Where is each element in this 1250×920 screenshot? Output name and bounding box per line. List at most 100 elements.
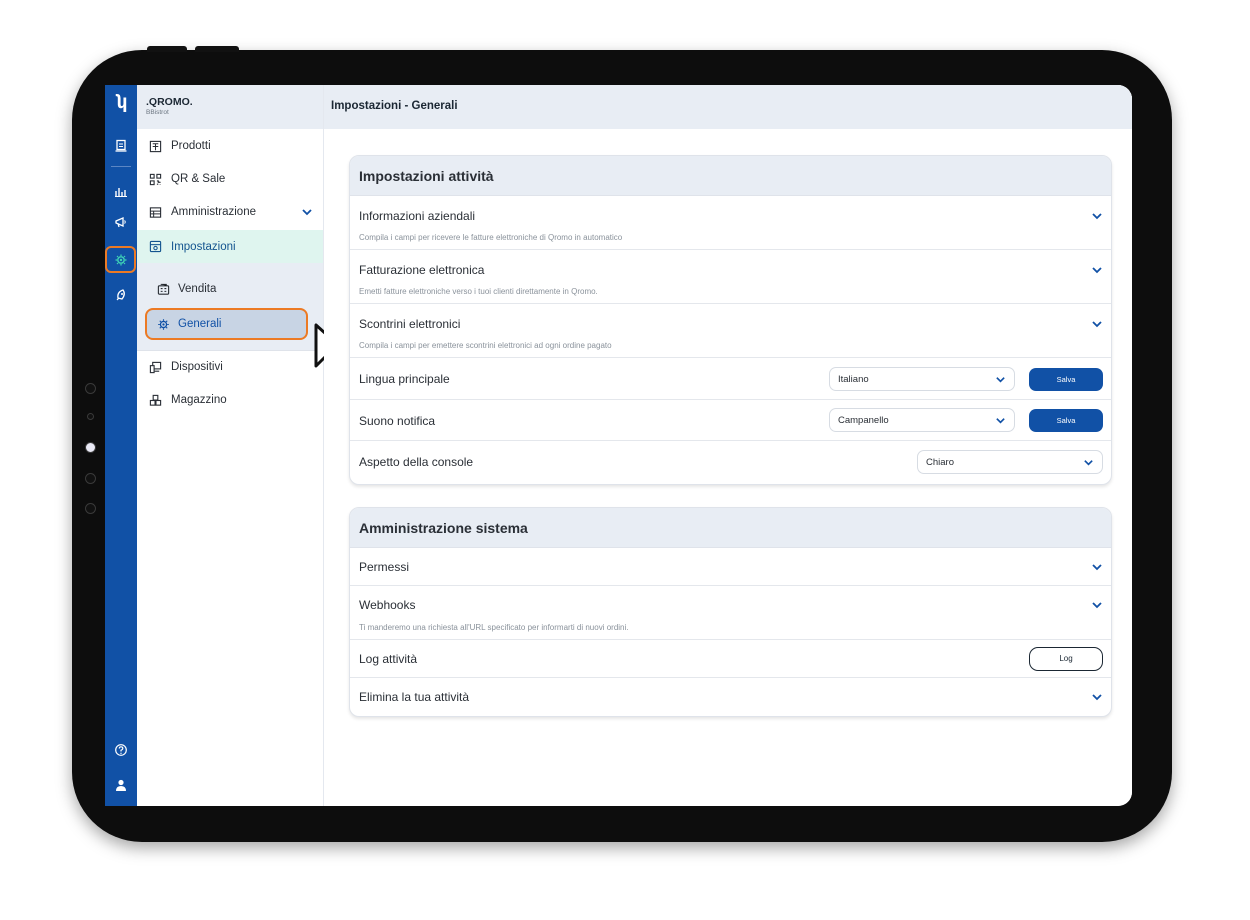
sidebar-item-label: Prodotti: [171, 140, 211, 152]
sidebar-item-dispositivi[interactable]: Dispositivi: [137, 352, 323, 382]
row-description: Compila i campi per emettere scontrini e…: [359, 341, 612, 350]
row-description: Emetti fatture elettroniche verso i tuoi…: [359, 287, 598, 296]
settings-submenu: Vendita Generali: [137, 263, 323, 350]
card-header: Amministrazione sistema: [350, 508, 1111, 548]
row-scontrini-elettronici[interactable]: Scontrini elettronici Compila i campi pe…: [350, 304, 1111, 358]
row-label: Webhooks: [359, 598, 416, 612]
tablet-power-button: [195, 46, 239, 52]
receipt-icon[interactable]: [105, 135, 137, 157]
select-value: Chiaro: [926, 457, 954, 468]
brand-name: .QROMO.: [146, 96, 193, 108]
user-icon[interactable]: [105, 774, 137, 796]
icon-rail: ʮ: [105, 85, 137, 806]
row-label: Scontrini elettronici: [359, 317, 461, 331]
brand-subtitle: BBistrot: [146, 109, 169, 116]
card-title: Impostazioni attività: [359, 168, 494, 184]
page-title: Impostazioni - Generali: [331, 100, 458, 112]
row-label: Permessi: [359, 560, 410, 574]
rocket-icon[interactable]: [105, 284, 137, 306]
sidebar-item-prodotti[interactable]: Prodotti: [137, 131, 323, 161]
chevron-down-icon[interactable]: [1091, 210, 1103, 222]
row-label: Log attività: [359, 652, 418, 666]
sidebar-subitem-label: Vendita: [178, 283, 217, 295]
devices-icon: [148, 360, 162, 374]
main-content: Impostazioni - Generali Impostazioni att…: [324, 85, 1132, 806]
row-lingua-principale: Lingua principale Italiano Salva: [350, 358, 1111, 400]
row-permessi[interactable]: Permessi: [350, 548, 1111, 586]
chevron-down-icon[interactable]: [1091, 264, 1103, 276]
chevron-down-icon[interactable]: [1091, 318, 1103, 330]
page-header: Impostazioni - Generali: [324, 85, 1132, 129]
sidebar-item-amministrazione[interactable]: Amministrazione: [137, 197, 323, 227]
sidebar-item-label: Dispositivi: [171, 361, 223, 373]
row-suono-notifica: Suono notifica Campanello Salva: [350, 400, 1111, 441]
row-label: Lingua principale: [359, 372, 450, 386]
sidebar-subitem-label: Generali: [178, 318, 222, 330]
row-description: Compila i campi per ricevere le fatture …: [359, 233, 623, 242]
row-label: Suono notifica: [359, 414, 436, 428]
help-icon[interactable]: [105, 739, 137, 761]
tablet-volume-button: [147, 46, 187, 52]
rail-divider: [111, 166, 131, 167]
megaphone-icon[interactable]: [105, 211, 137, 233]
chevron-down-icon[interactable]: [1091, 691, 1103, 703]
chevron-down-icon[interactable]: [1091, 561, 1103, 573]
sidebar-item-qr-sale[interactable]: QR & Sale: [137, 164, 323, 194]
app-screen: ʮ .QROMO. BBistrot Prodotti QR & Sale Am…: [105, 85, 1132, 806]
gear-icon: [156, 317, 170, 331]
row-label: Aspetto della console: [359, 455, 474, 469]
chevron-down-icon: [996, 418, 1005, 424]
menu-book-icon: [148, 139, 162, 153]
settings-card: Impostazioni attività Informazioni azien…: [349, 155, 1112, 485]
row-description: Ti manderemo una richiesta all'URL speci…: [359, 623, 629, 632]
save-language-button[interactable]: Salva: [1029, 368, 1103, 391]
sidebar-item-label: QR & Sale: [171, 173, 226, 185]
bar-chart-icon[interactable]: [105, 180, 137, 202]
sidebar-item-magazzino[interactable]: Magazzino: [137, 385, 323, 415]
tablet-flash-dot: [85, 503, 96, 514]
tablet-camera-dot: [85, 383, 96, 394]
notification-sound-select[interactable]: Campanello: [829, 408, 1015, 432]
sidebar-subitem-vendita[interactable]: Vendita: [137, 274, 323, 304]
row-label: Elimina la tua attività: [359, 690, 470, 704]
warehouse-icon: [148, 393, 162, 407]
save-sound-button[interactable]: Salva: [1029, 409, 1103, 432]
row-webhooks[interactable]: Webhooks Ti manderemo una richiesta all'…: [350, 586, 1111, 640]
admin-grid-icon: [148, 205, 162, 219]
chevron-down-icon[interactable]: [1091, 599, 1103, 611]
row-fatturazione-elettronica[interactable]: Fatturazione elettronica Emetti fatture …: [350, 250, 1111, 304]
brand-header: .QROMO. BBistrot: [137, 85, 323, 129]
settings-panel-icon: [148, 240, 162, 254]
row-label: Informazioni aziendali: [359, 209, 476, 223]
chevron-down-icon: [996, 377, 1005, 383]
select-value: Campanello: [838, 415, 889, 426]
console-theme-select[interactable]: Chiaro: [917, 450, 1103, 474]
row-aspetto-console: Aspetto della console Chiaro: [350, 441, 1111, 483]
tablet-lens-dot: [85, 442, 96, 453]
rail-active-highlight: [105, 246, 136, 273]
row-informazioni-aziendali[interactable]: Informazioni aziendali Compila i campi p…: [350, 196, 1111, 250]
sidebar-subitem-generali[interactable]: Generali: [145, 308, 308, 340]
language-select[interactable]: Italiano: [829, 367, 1015, 391]
row-label: Fatturazione elettronica: [359, 263, 485, 277]
sidebar-item-label: Impostazioni: [171, 240, 236, 253]
sidebar-item-label: Amministrazione: [171, 206, 256, 218]
tablet-mic-dot: [85, 473, 96, 484]
app-logo-icon[interactable]: ʮ: [105, 85, 137, 119]
sidebar: .QROMO. BBistrot Prodotti QR & Sale Ammi…: [137, 85, 349, 806]
card-title: Amministrazione sistema: [359, 520, 528, 536]
tablet-sensor-dot: [87, 413, 94, 420]
select-value: Italiano: [838, 374, 869, 385]
row-log-attivita: Log attività Log: [350, 640, 1111, 678]
chevron-down-icon: [1084, 460, 1093, 466]
row-elimina-attivita[interactable]: Elimina la tua attività: [350, 678, 1111, 716]
card-header: Impostazioni attività: [350, 156, 1111, 196]
register-icon: [156, 282, 170, 296]
qr-code-icon: [148, 172, 162, 186]
admin-card: Amministrazione sistema Permessi Webhook…: [349, 507, 1112, 717]
chevron-down-icon[interactable]: [301, 206, 313, 218]
sidebar-item-label: Magazzino: [171, 394, 227, 406]
log-button[interactable]: Log: [1029, 647, 1103, 671]
sidebar-divider: [137, 350, 323, 351]
sidebar-item-impostazioni[interactable]: Impostazioni: [137, 230, 323, 263]
